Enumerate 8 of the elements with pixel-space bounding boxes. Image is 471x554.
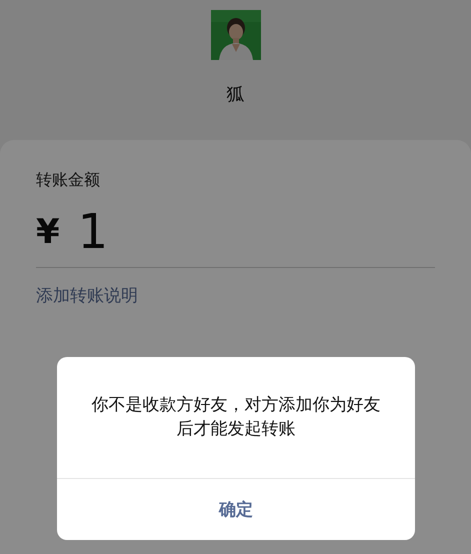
payee-name: 狐 — [226, 83, 244, 106]
amount-field[interactable]: ¥ 1 — [36, 197, 435, 268]
dialog-message: 你不是收款方好友，对方添加你为好友后才能发起转账 — [90, 394, 382, 441]
add-note-link[interactable]: 添加转账说明 — [36, 284, 138, 307]
amount-value: 1 — [78, 204, 108, 260]
currency-symbol: ¥ — [36, 212, 60, 252]
confirm-button[interactable]: 确定 — [57, 479, 415, 540]
amount-label: 转账金额 — [36, 170, 101, 191]
